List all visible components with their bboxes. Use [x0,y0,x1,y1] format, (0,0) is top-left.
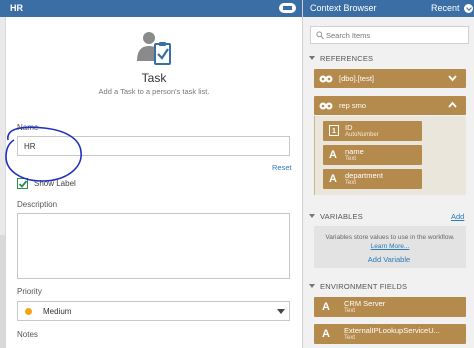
autonumber-icon: 1 [329,125,339,136]
field-type: Text [344,335,356,341]
field-item-name[interactable]: A name Text [323,145,422,165]
environment-field-external-ip-lookup[interactable]: A ExternalIPLookupServiceU... Text [314,324,466,344]
field-item-id[interactable]: 1 ID AutoNumber [323,121,422,141]
task-title: Task [141,71,167,85]
field-type: AutoNumber [345,132,379,138]
description-textarea[interactable] [17,213,290,279]
references-heading-label: REFERENCES [320,54,374,63]
priority-select[interactable]: Medium [17,301,290,321]
reset-link[interactable]: Reset [272,163,292,172]
show-label-text: Show Label [34,179,76,188]
notes-label: Notes [17,330,38,339]
field-type: Text [344,308,356,314]
field-item-department[interactable]: A department Text [323,169,422,189]
left-edge-strip-lower [0,235,6,348]
description-label: Description [17,200,58,209]
text-field-icon: A [329,173,337,185]
context-browser-title: Context Browser [310,3,377,13]
environment-fields-heading[interactable]: ENVIRONMENT FIELDS [309,282,407,291]
task-panel-header: HR [0,0,302,17]
collapse-triangle-icon [309,284,315,288]
chevron-down-icon[interactable] [448,74,457,82]
variables-heading[interactable]: VARIABLES [309,212,363,221]
field-name: name [345,147,364,156]
priority-value: Medium [43,307,72,316]
text-field-icon: A [322,328,330,340]
reference-item-dbo-test[interactable]: [dbo].[test] [314,69,466,88]
field-type: Text [345,156,357,162]
field-type-icon: 1 [329,125,339,139]
smartobject-icon [319,75,333,83]
reference-label: [dbo].[test] [339,74,375,83]
variables-heading-label: VARIABLES [320,212,363,221]
field-name: CRM Server [344,299,386,308]
add-variable-link[interactable]: Add [451,212,464,221]
checkmark-icon [18,180,28,188]
reference-label: rep smo [339,101,367,110]
field-name: ID [345,123,353,132]
reference-fields-list: 1 ID AutoNumber A name Text A department… [314,116,466,195]
chevron-up-icon[interactable] [448,101,457,109]
field-name: ExternalIPLookupServiceU... [344,326,440,335]
collapse-panel-icon[interactable] [279,3,296,13]
environment-field-crm-server[interactable]: A CRM Server Text [314,297,466,317]
name-label: Name [17,123,39,132]
chevron-down-icon[interactable] [464,4,473,13]
environment-fields-heading-label: ENVIRONMENT FIELDS [320,282,408,291]
svg-text:1: 1 [332,128,336,135]
search-input[interactable] [326,30,466,41]
priority-dot-icon [25,308,32,315]
learn-more-link[interactable]: Learn More... [314,243,466,250]
task-panel-title: HR [10,3,23,13]
recent-dropdown[interactable]: Recent [431,3,460,13]
collapse-triangle-icon [309,214,315,218]
task-person-icon [137,32,171,65]
task-panel: HR Task Add a Task to a person's task li… [0,0,302,348]
field-name: department [345,171,383,180]
text-field-icon: A [322,301,330,313]
references-heading[interactable]: REFERENCES [309,54,373,63]
smartobject-icon [319,102,333,110]
priority-label: Priority [17,287,42,296]
chevron-down-icon [277,309,285,314]
reference-item-rep-smo[interactable]: rep smo [314,96,466,115]
field-type: Text [345,180,357,186]
task-subtitle: Add a Task to a person's task list. [98,87,210,96]
context-browser-header: Context Browser Recent [303,0,474,17]
text-field-icon: A [329,149,337,161]
add-variable-button[interactable]: Add Variable [303,255,474,264]
context-browser: Context Browser Recent REFERENCES [dbo].… [302,0,474,348]
name-input[interactable]: HR [17,136,290,156]
search-icon [316,31,324,40]
show-label-checkbox[interactable] [17,178,28,189]
variables-info-text: Variables store values to use in the wor… [325,234,455,241]
collapse-triangle-icon [309,56,315,60]
search-box [310,26,469,44]
